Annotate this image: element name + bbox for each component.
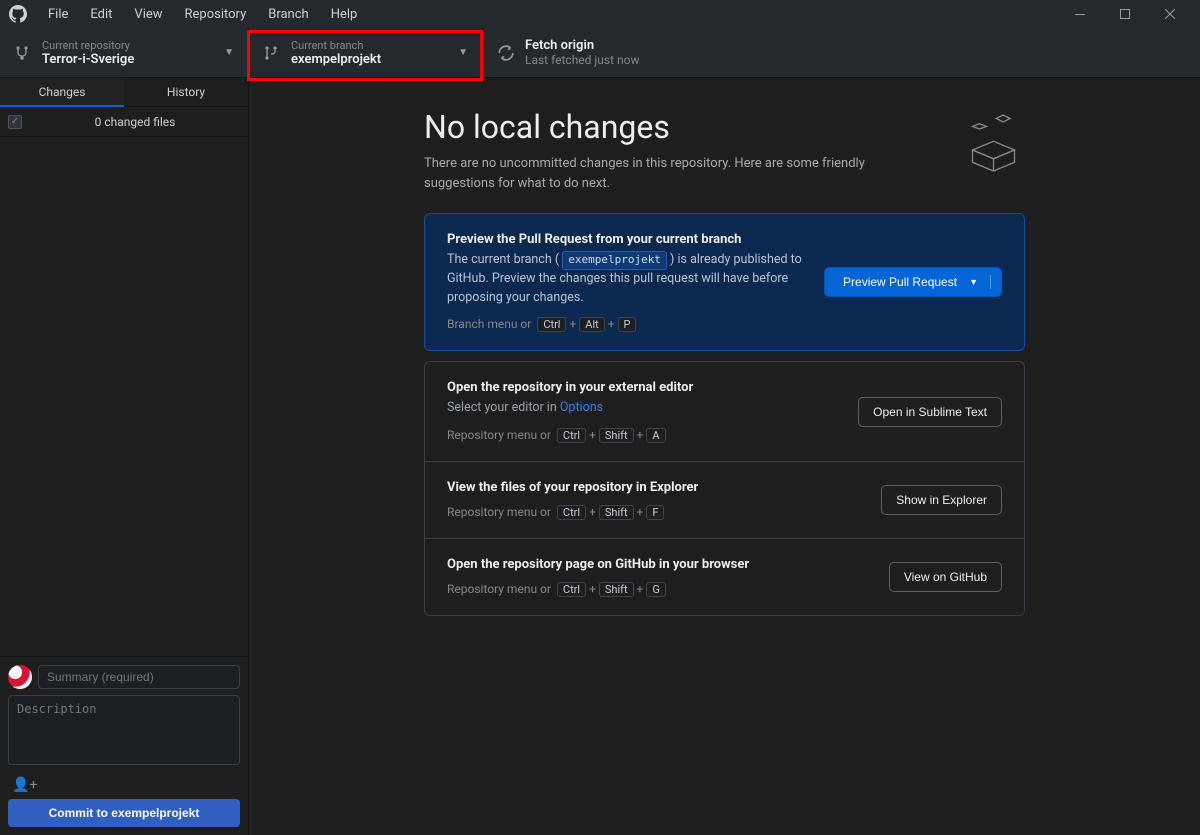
editor-card-title: Open the repository in your external edi… bbox=[447, 380, 838, 395]
avatar bbox=[8, 665, 32, 689]
window-controls bbox=[1057, 0, 1192, 28]
repo-name: Terror-i-Sverige bbox=[42, 52, 134, 67]
hero-subtitle: There are no uncommitted changes in this… bbox=[424, 154, 924, 193]
main: Changes History ✓ 0 changed files 👤+ Com… bbox=[0, 78, 1200, 835]
current-repository-selector[interactable]: Current repository Terror-i-Sverige ▼ bbox=[0, 28, 249, 77]
pr-card-desc: The current branch ( exempelprojekt ) is… bbox=[447, 251, 804, 307]
toolbar: Current repository Terror-i-Sverige ▼ Cu… bbox=[0, 28, 1200, 78]
view-on-github-button[interactable]: View on GitHub bbox=[889, 562, 1002, 592]
branch-chip: exempelprojekt bbox=[562, 251, 667, 270]
editor-hotkey: Repository menu or Ctrl + Shift + A bbox=[447, 428, 838, 443]
branch-icon bbox=[263, 45, 281, 61]
sidebar: Changes History ✓ 0 changed files 👤+ Com… bbox=[0, 78, 249, 835]
explorer-hotkey: Repository menu or Ctrl + Shift + F bbox=[447, 505, 861, 520]
close-button[interactable] bbox=[1147, 0, 1192, 28]
changes-list bbox=[0, 137, 248, 656]
fetch-sub: Last fetched just now bbox=[525, 53, 639, 67]
content: No local changes There are no uncommitte… bbox=[249, 78, 1200, 835]
repo-label: Current repository bbox=[42, 39, 134, 52]
menu-edit[interactable]: Edit bbox=[80, 3, 122, 26]
github-logo-icon bbox=[8, 4, 28, 24]
repo-icon bbox=[14, 45, 32, 61]
show-in-explorer-button[interactable]: Show in Explorer bbox=[881, 485, 1002, 515]
commit-button[interactable]: Commit to exempelprojekt bbox=[8, 799, 240, 827]
open-in-editor-button[interactable]: Open in Sublime Text bbox=[858, 397, 1002, 427]
preview-pull-request-button[interactable]: Preview Pull Request▼ bbox=[824, 267, 1002, 297]
tab-changes[interactable]: Changes bbox=[0, 78, 124, 107]
app-menu: File Edit View Repository Branch Help bbox=[38, 3, 367, 26]
branch-label: Current branch bbox=[291, 39, 381, 52]
tab-history[interactable]: History bbox=[124, 78, 248, 107]
person-add-icon: 👤 bbox=[12, 777, 29, 793]
suggestions-card: Open the repository in your external edi… bbox=[424, 361, 1025, 616]
options-link[interactable]: Options bbox=[560, 400, 603, 415]
explorer-card-title: View the files of your repository in Exp… bbox=[447, 480, 861, 495]
branch-name: exempelprojekt bbox=[291, 52, 381, 67]
minimize-button[interactable] bbox=[1057, 0, 1102, 28]
menu-file[interactable]: File bbox=[38, 3, 78, 26]
menu-repository[interactable]: Repository bbox=[175, 3, 257, 26]
fetch-origin-button[interactable]: Fetch origin Last fetched just now bbox=[483, 28, 653, 77]
fetch-label: Fetch origin bbox=[525, 38, 639, 53]
maximize-button[interactable] bbox=[1102, 0, 1147, 28]
github-card-title: Open the repository page on GitHub in yo… bbox=[447, 557, 869, 572]
current-branch-selector[interactable]: Current branch exempelprojekt ▼ bbox=[249, 28, 483, 77]
chevron-down-icon: ▼ bbox=[458, 47, 468, 58]
pr-hotkey: Branch menu or Ctrl + Alt + P bbox=[447, 317, 804, 332]
no-changes-hero: No local changes There are no uncommitte… bbox=[424, 108, 1025, 193]
commit-box: 👤+ Commit to exempelprojekt bbox=[0, 656, 248, 835]
changed-files-count: 0 changed files bbox=[30, 115, 240, 129]
editor-card-desc: Select your editor in Options bbox=[447, 399, 838, 418]
chevron-down-icon: ▼ bbox=[969, 277, 978, 287]
changes-header: ✓ 0 changed files bbox=[0, 107, 248, 137]
preview-pr-card: Preview the Pull Request from your curre… bbox=[424, 213, 1025, 351]
add-coauthor-button[interactable]: 👤+ bbox=[8, 775, 240, 799]
sync-icon bbox=[497, 44, 515, 62]
menu-view[interactable]: View bbox=[124, 3, 172, 26]
sidebar-tabs: Changes History bbox=[0, 78, 248, 107]
menu-branch[interactable]: Branch bbox=[258, 3, 318, 26]
commit-description-input[interactable] bbox=[8, 695, 240, 765]
chevron-down-icon: ▼ bbox=[224, 47, 234, 58]
select-all-checkbox[interactable]: ✓ bbox=[8, 115, 22, 129]
title-bar: File Edit View Repository Branch Help bbox=[0, 0, 1200, 28]
empty-boxes-illustration bbox=[955, 108, 1025, 178]
pr-card-title: Preview the Pull Request from your curre… bbox=[447, 232, 804, 247]
menu-help[interactable]: Help bbox=[321, 3, 368, 26]
hero-title: No local changes bbox=[424, 108, 924, 146]
github-hotkey: Repository menu or Ctrl + Shift + G bbox=[447, 582, 869, 597]
commit-summary-input[interactable] bbox=[38, 665, 240, 689]
